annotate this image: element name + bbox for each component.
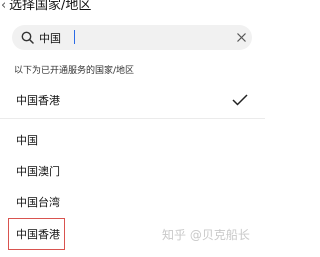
- search-input[interactable]: [39, 28, 219, 47]
- list-item-selected[interactable]: 中国香港: [0, 86, 265, 116]
- search-icon: [21, 31, 34, 44]
- text-caret: [74, 30, 75, 44]
- chevron-left-icon[interactable]: ‹: [1, 0, 6, 13]
- search-box[interactable]: [12, 25, 252, 50]
- list-item-label: 中国澳门: [16, 165, 60, 178]
- list-item[interactable]: 中国台湾: [0, 188, 265, 218]
- country-region-selector-page: ‹ 选择国家/地区 以下为已开通服务的国家/地区 中国香港 中国 中国澳门 中国…: [0, 0, 265, 257]
- divider: [0, 118, 265, 119]
- page-title: 选择国家/地区: [9, 0, 92, 13]
- highlight-annotation-box: [8, 218, 65, 250]
- list-item-label: 中国: [16, 134, 38, 147]
- list-item[interactable]: 中国澳门: [0, 157, 265, 187]
- header: ‹ 选择国家/地区: [0, 0, 265, 14]
- list-item-label: 中国香港: [16, 94, 60, 107]
- section-caption: 以下为已开通服务的国家/地区: [14, 66, 135, 76]
- watermark: 知乎 @贝克船长: [162, 228, 250, 242]
- checkmark-icon: [232, 94, 248, 106]
- close-icon[interactable]: [236, 32, 247, 43]
- list-item-label: 中国台湾: [16, 196, 60, 209]
- list-item[interactable]: 中国: [0, 126, 265, 156]
